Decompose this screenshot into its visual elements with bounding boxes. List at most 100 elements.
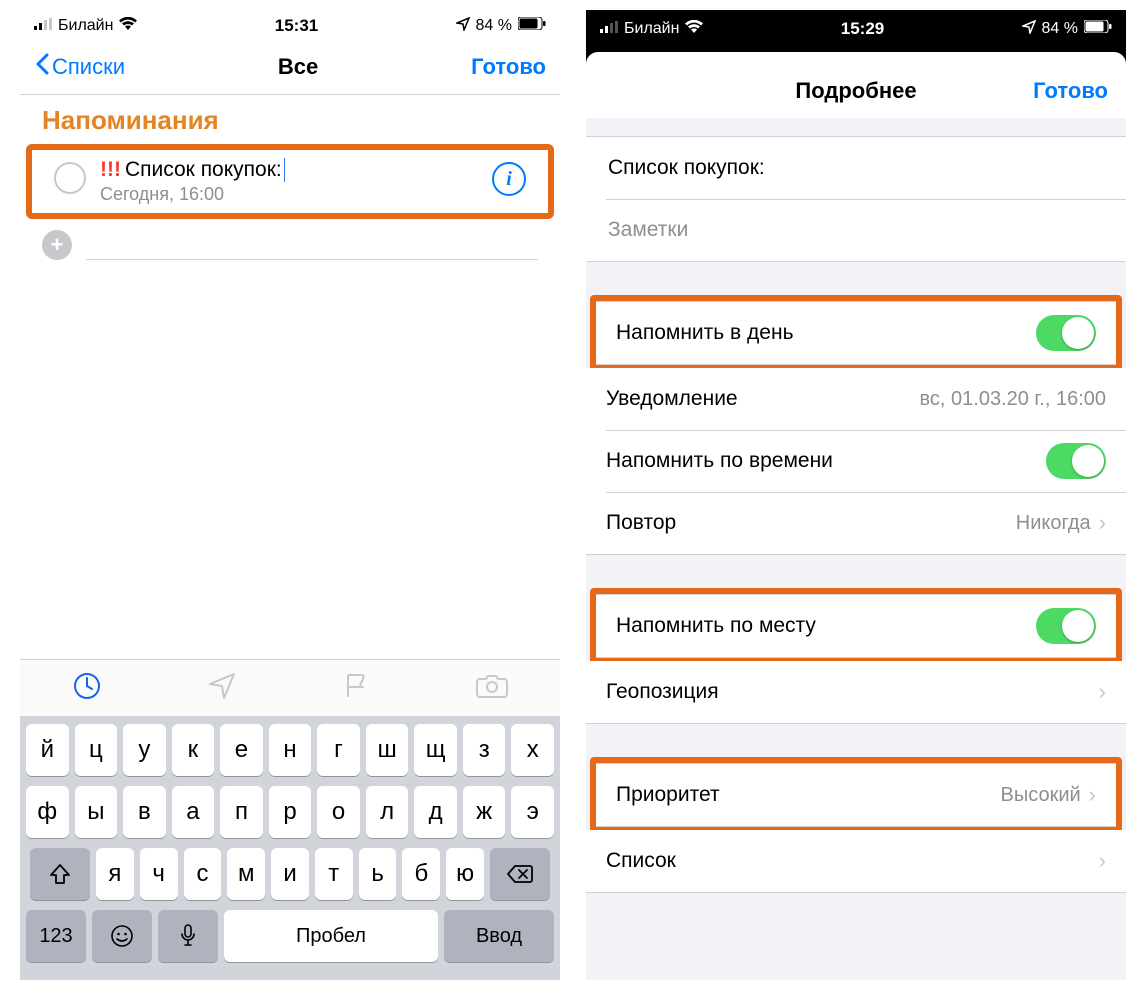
location-icon <box>456 17 470 36</box>
letter-key[interactable]: м <box>227 848 265 900</box>
backspace-key[interactable] <box>490 848 550 900</box>
letter-key[interactable]: ч <box>140 848 178 900</box>
highlight-priority: Приоритет Высокий › <box>590 757 1122 833</box>
numbers-key[interactable]: 123 <box>26 910 86 962</box>
complete-toggle-circle[interactable] <box>54 162 86 194</box>
space-key[interactable]: Пробел <box>224 910 438 962</box>
notes-input[interactable] <box>606 217 1106 243</box>
clock-label: 15:29 <box>841 19 884 39</box>
add-reminder-row[interactable]: + <box>20 219 560 270</box>
letter-key[interactable]: э <box>511 786 554 838</box>
reminder-item[interactable]: !!! Список покупок: Сегодня, 16:00 i <box>32 150 548 213</box>
letter-key[interactable]: а <box>172 786 215 838</box>
letter-key[interactable]: с <box>184 848 222 900</box>
done-button[interactable]: Готово <box>1033 78 1108 104</box>
plus-icon: + <box>42 230 72 260</box>
letter-key[interactable]: ы <box>75 786 118 838</box>
letter-key[interactable]: р <box>269 786 312 838</box>
signal-icon <box>600 20 618 38</box>
letter-key[interactable]: к <box>172 724 215 776</box>
carrier-label: Билайн <box>624 20 679 38</box>
keyboard-accessory-toolbar <box>20 659 560 716</box>
remind-at-time-row: Напомнить по времени <box>586 430 1126 492</box>
location-button[interactable] <box>207 671 237 706</box>
shift-key[interactable] <box>30 848 90 900</box>
sheet-top <box>586 46 1126 64</box>
reminder-title-input[interactable]: Список покупок: <box>125 158 282 182</box>
return-key[interactable]: Ввод <box>444 910 554 962</box>
letter-key[interactable]: ц <box>75 724 118 776</box>
keyboard-row-3: ячсмитьбю <box>26 848 554 900</box>
letter-key[interactable]: т <box>315 848 353 900</box>
title-input[interactable] <box>606 155 1106 181</box>
keyboard-row-2: фывапролджэ <box>26 786 554 838</box>
keyboard: йцукенгшщзх фывапролджэ ячсмитьбю 123 Пр… <box>20 716 560 980</box>
letter-key[interactable]: ш <box>366 724 409 776</box>
wifi-icon <box>685 20 703 38</box>
text-caret <box>284 158 285 182</box>
remind-at-location-toggle[interactable] <box>1036 608 1096 644</box>
chevron-right-icon: › <box>1089 782 1096 808</box>
list-row[interactable]: Список › <box>586 830 1126 892</box>
letter-key[interactable]: б <box>402 848 440 900</box>
remind-on-day-row: Напомнить в день <box>596 302 1116 364</box>
schedule-clock-button[interactable] <box>72 671 102 706</box>
priority-row[interactable]: Приоритет Высокий › <box>596 764 1116 826</box>
letter-key[interactable]: х <box>511 724 554 776</box>
battery-text: 84 % <box>476 17 512 35</box>
row-label: Список <box>606 849 676 873</box>
letter-key[interactable]: й <box>26 724 69 776</box>
repeat-row[interactable]: Повтор Никогда › <box>586 492 1126 554</box>
clock-label: 15:31 <box>275 16 318 36</box>
status-bar: Билайн 15:29 84 % <box>586 10 1126 46</box>
remind-at-location-row: Напомнить по месту <box>596 595 1116 657</box>
battery-icon <box>1084 20 1112 38</box>
letter-key[interactable]: л <box>366 786 409 838</box>
done-button[interactable]: Готово <box>471 54 546 80</box>
letter-key[interactable]: е <box>220 724 263 776</box>
letter-key[interactable]: з <box>463 724 506 776</box>
location-row[interactable]: Геопозиция › <box>586 661 1126 723</box>
alert-row[interactable]: Уведомление вс, 01.03.20 г., 16:00 <box>586 368 1126 430</box>
letter-key[interactable]: н <box>269 724 312 776</box>
row-label: Уведомление <box>606 387 738 411</box>
letter-key[interactable]: г <box>317 724 360 776</box>
flag-button[interactable] <box>341 671 371 706</box>
list-title: Напоминания <box>20 95 560 144</box>
letter-key[interactable]: о <box>317 786 360 838</box>
notes-field-row[interactable] <box>586 199 1126 261</box>
back-button[interactable]: Списки <box>34 53 125 81</box>
letter-key[interactable]: и <box>271 848 309 900</box>
battery-icon <box>518 17 546 35</box>
chevron-left-icon <box>34 53 50 81</box>
letter-key[interactable]: щ <box>414 724 457 776</box>
location-icon <box>1022 20 1036 39</box>
letter-key[interactable]: д <box>414 786 457 838</box>
highlight-remind-location: Напомнить по месту <box>590 588 1122 664</box>
letter-key[interactable]: ю <box>446 848 484 900</box>
info-button[interactable]: i <box>492 162 526 196</box>
title-field-row[interactable] <box>586 137 1126 199</box>
letter-key[interactable]: ф <box>26 786 69 838</box>
remind-at-time-toggle[interactable] <box>1046 443 1106 479</box>
camera-button[interactable] <box>476 673 508 704</box>
letter-key[interactable]: ж <box>463 786 506 838</box>
chevron-right-icon: › <box>1099 848 1106 874</box>
row-label: Напомнить по времени <box>606 449 833 473</box>
nav-bar: Списки Все Готово <box>20 40 560 95</box>
letter-key[interactable]: п <box>220 786 263 838</box>
remind-on-day-toggle[interactable] <box>1036 315 1096 351</box>
highlight-reminder-row: !!! Список покупок: Сегодня, 16:00 i <box>26 144 554 219</box>
letter-key[interactable]: в <box>123 786 166 838</box>
phone-reminder-details: Билайн 15:29 84 % Подробнее Готово <box>586 10 1126 980</box>
letter-key[interactable]: я <box>96 848 134 900</box>
phone-reminders-list: Билайн 15:31 84 % Списки Все Готово Напо… <box>20 10 560 980</box>
sheet-title: Подробнее <box>795 78 916 104</box>
emoji-key[interactable] <box>92 910 152 962</box>
letter-key[interactable]: ь <box>359 848 397 900</box>
dictation-key[interactable] <box>158 910 218 962</box>
keyboard-row-1: йцукенгшщзх <box>26 724 554 776</box>
row-label: Напомнить по месту <box>616 614 816 638</box>
letter-key[interactable]: у <box>123 724 166 776</box>
chevron-right-icon: › <box>1099 510 1106 536</box>
